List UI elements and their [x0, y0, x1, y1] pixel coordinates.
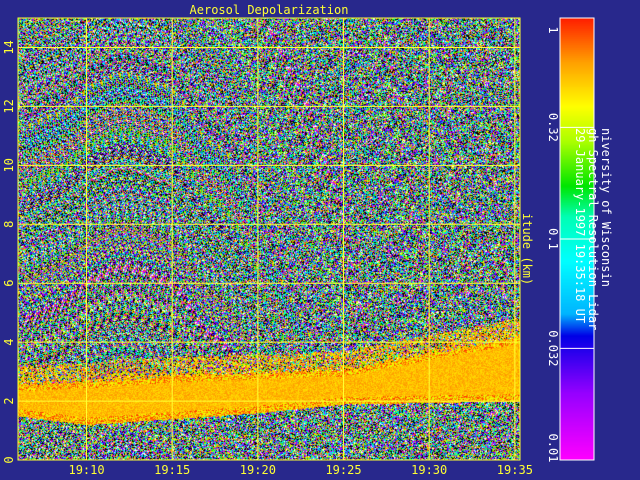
- y-tick-label: 12: [2, 99, 16, 113]
- annotation-line-3: 29-January-1997 19:35:18 UT: [573, 128, 587, 323]
- y-tick-label: 10: [2, 158, 16, 172]
- annotation-line-2: gh Spectral Resolution Lidar: [586, 128, 600, 330]
- colorbar-tick-label: 0.1: [546, 228, 560, 250]
- grid-lines: [18, 18, 520, 461]
- x-tick-label: 19:35: [497, 463, 533, 477]
- colorbar-tick-label: 0.01: [546, 434, 560, 463]
- y-tick-label: 14: [2, 40, 16, 54]
- y-tick-label: 6: [2, 280, 16, 287]
- y-tick-label: 8: [2, 221, 16, 228]
- chart-title: Aerosol Depolarization: [190, 3, 349, 17]
- y-tick-label: 2: [2, 397, 16, 404]
- lidar-figure: Aerosol Depolarization 19:10 19:15 19:20 19…: [0, 0, 640, 480]
- colorbar-tick-label: 1: [546, 26, 560, 33]
- chart-overlay: Aerosol Depolarization 19:10 19:15 19:20 19…: [2, 3, 613, 477]
- plot-frame: [17, 17, 521, 461]
- y-tick-label: 4: [2, 339, 16, 346]
- x-tick-label: 19:25: [325, 463, 361, 477]
- y-axis-ticks: 0 2 4 6 8 10 12 14: [2, 40, 16, 463]
- colorbar-tick-label: 0.032: [546, 330, 560, 366]
- annotation-line-1: niversity of Wisconsin: [599, 128, 613, 287]
- x-tick-label: 19:15: [154, 463, 190, 477]
- x-tick-label: 19:20: [240, 463, 276, 477]
- y-axis-label: itude (km): [520, 213, 534, 285]
- instrument-annotation: niversity of Wisconsin gh Spectral Resol…: [573, 128, 613, 330]
- colorbar-tick-label: 0.32: [546, 113, 560, 142]
- x-tick-label: 19:30: [411, 463, 447, 477]
- x-tick-label: 19:10: [68, 463, 104, 477]
- x-axis-ticks: 19:10 19:15 19:20 19:25 19:30 19:35: [68, 463, 532, 477]
- y-tick-label: 0: [2, 456, 16, 463]
